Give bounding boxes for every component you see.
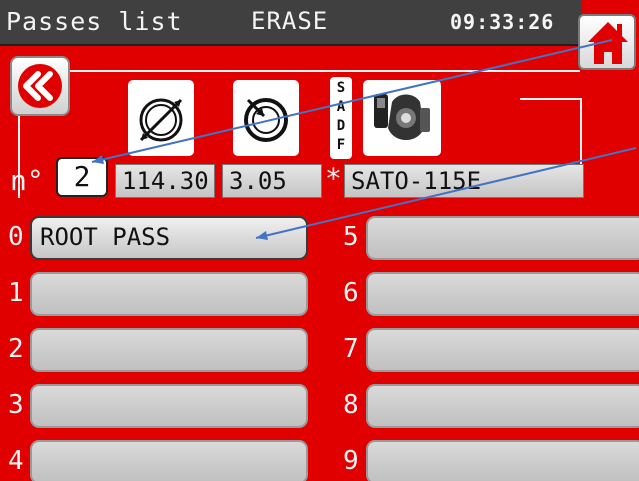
home-icon	[588, 22, 628, 64]
pass-index: 2	[8, 334, 24, 364]
position-letter: D	[336, 118, 346, 134]
pass-index: 0	[8, 222, 24, 252]
head-value: SATO-115E	[344, 164, 584, 198]
pass-index: 7	[343, 334, 359, 364]
pass-index: 3	[8, 390, 24, 420]
position-letter: S	[336, 80, 346, 96]
pass-number-field[interactable]: 2	[56, 157, 108, 197]
diameter-value: 114.30	[115, 164, 215, 198]
pass-index: 5	[343, 222, 359, 252]
thickness-tile[interactable]	[233, 80, 299, 156]
weld-head-icon	[374, 94, 430, 140]
wall-thickness-icon	[244, 98, 288, 142]
pass-index: 1	[8, 278, 24, 308]
head-tile[interactable]	[363, 80, 441, 156]
pass-button-0[interactable]: ROOT PASS	[30, 216, 308, 260]
back-button[interactable]	[10, 56, 70, 116]
pass-button-7[interactable]	[366, 328, 639, 372]
mode-label: ERASE	[251, 7, 329, 35]
pass-button-1[interactable]	[30, 272, 308, 316]
screen: Passes list ERASE 09:33:26 S A D F n° 2 …	[0, 0, 639, 481]
position-letter: A	[336, 99, 346, 115]
star-marker: *	[325, 162, 342, 195]
thickness-value: 3.05	[222, 164, 322, 198]
pass-index: 9	[343, 446, 359, 476]
clock: 09:33:26	[450, 10, 555, 34]
double-chevron-left-icon	[18, 64, 62, 108]
pass-button-8[interactable]	[366, 384, 639, 428]
pass-number-label: n°	[10, 164, 44, 197]
weld-position-letters: S A D F	[330, 77, 352, 159]
pass-button-4[interactable]	[30, 440, 308, 481]
pass-button-5[interactable]	[366, 216, 639, 260]
tube-diameter-icon	[139, 98, 183, 142]
title-bar: Passes list ERASE 09:33:26	[0, 0, 582, 46]
diameter-tile[interactable]	[128, 80, 194, 156]
screen-title: Passes list	[6, 7, 183, 36]
pass-index: 6	[343, 278, 359, 308]
pass-button-6[interactable]	[366, 272, 639, 316]
pass-index: 8	[343, 390, 359, 420]
pass-button-9[interactable]	[366, 440, 639, 481]
pass-button-3[interactable]	[30, 384, 308, 428]
position-letter: F	[336, 137, 346, 153]
pass-index: 4	[8, 446, 24, 476]
home-button[interactable]	[578, 14, 636, 70]
pass-button-2[interactable]	[30, 328, 308, 372]
info-frame-step	[520, 70, 582, 100]
